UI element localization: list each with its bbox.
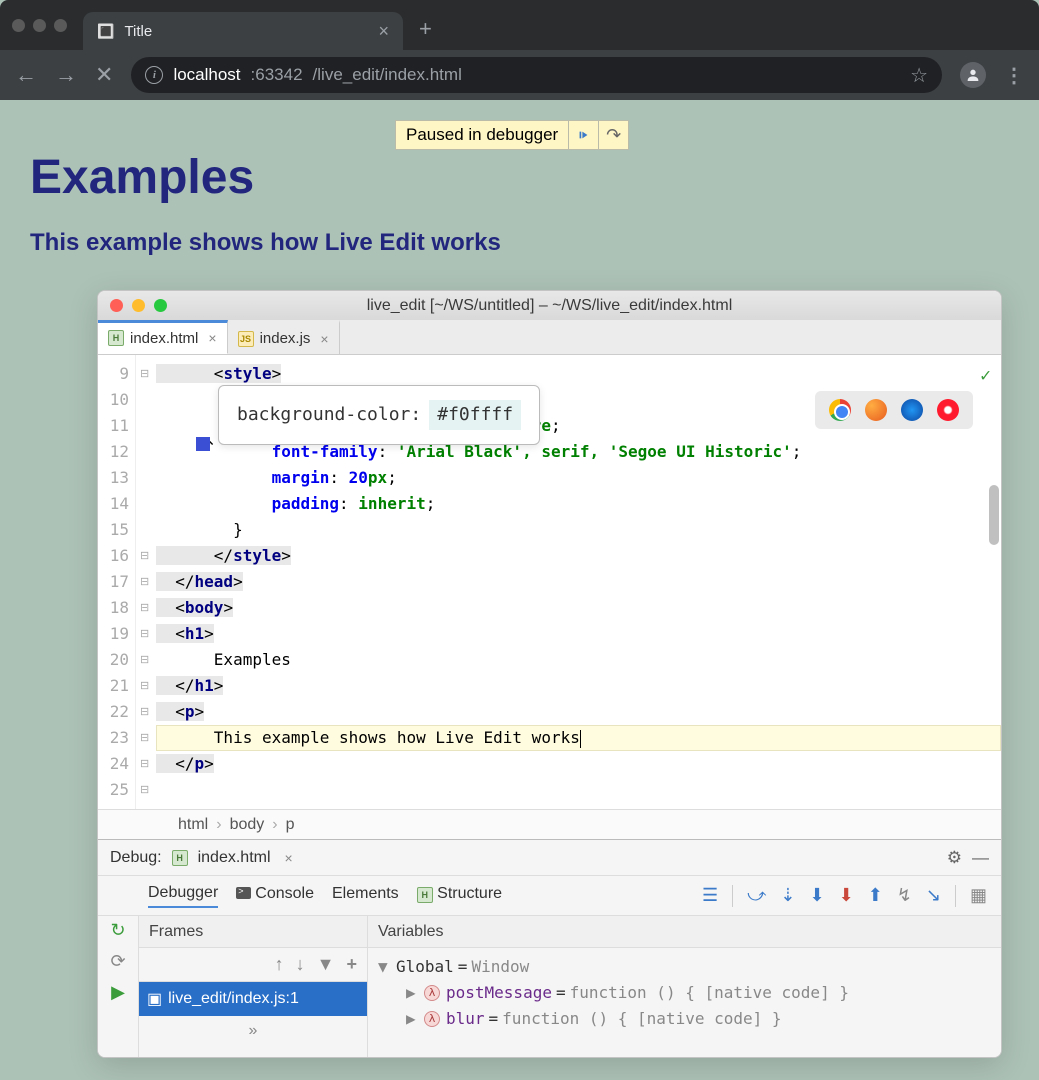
browser-preview-icons [815,391,973,429]
stop-button[interactable]: ✕ [95,62,113,88]
tab-label: index.html [130,330,198,347]
update-icon[interactable]: ⟳ [110,951,125,972]
stack-frame[interactable]: ▣ live_edit/index.js:1 [139,982,367,1016]
debug-panel: Debug: H index.html × ⚙ — Debugger Conso… [98,839,1001,1057]
run-to-cursor-icon[interactable]: ↘ [926,885,941,906]
profile-button[interactable] [960,62,986,88]
debug-sidebar: ↻ ⟳ ▶ [98,916,138,1057]
debug-config[interactable]: index.html [198,849,271,867]
resume-button[interactable] [568,121,598,149]
html-file-icon: H [108,330,124,346]
rerun-icon[interactable]: ↻ [110,920,125,941]
close-icon[interactable]: × [285,850,293,866]
force-step-icon[interactable]: ⬇ [810,885,825,906]
page-subtitle: This example shows how Live Edit works [30,229,1009,257]
url-host: localhost [173,65,240,85]
editor-tabs: H index.html × JS index.js × [98,320,1001,355]
drop-frame-icon[interactable]: ↯ [897,885,912,906]
prev-frame-icon[interactable]: ↑ [275,954,284,975]
close-tab-icon[interactable]: × [378,21,389,42]
lambda-icon: λ [424,985,440,1001]
page-title: Examples [30,150,1009,205]
frames-header: Frames [139,916,367,948]
site-info-icon[interactable]: i [145,66,163,84]
tooltip-value: #f0ffff [429,400,521,430]
elements-tab[interactable]: Elements [332,885,399,907]
url-input[interactable]: i localhost :63342/live_edit/index.html ☆ [131,57,942,93]
editor-scrollbar[interactable] [989,485,999,545]
browser-menu-icon[interactable]: ⋮ [1004,63,1024,88]
fold-column[interactable]: ⊟ ⊟ ⊟ ⊟ ⊟ ⊟ ⊟ ⊟ ⊟ ⊟ ⊟ [136,355,156,809]
add-icon[interactable]: + [346,954,357,975]
ide-titlebar: live_edit [~/WS/untitled] – ~/WS/live_ed… [98,291,1001,320]
url-path: /live_edit/index.html [313,65,462,85]
next-frame-icon[interactable]: ↓ [296,954,305,975]
lambda-icon: λ [424,1011,440,1027]
debugger-banner-text: Paused in debugger [396,125,568,145]
bookmark-icon[interactable]: ☆ [910,63,928,88]
code-area[interactable]: <style> re; font-family: 'Arial Black', … [156,355,1001,809]
color-tooltip: background-color: #f0ffff [218,385,540,445]
evaluate-icon[interactable]: ▦ [970,885,987,906]
filter-icon[interactable]: ▼ [317,954,335,975]
opera-icon[interactable] [937,399,959,421]
minimize-icon[interactable]: — [972,848,989,868]
breadcrumb[interactable]: html› body› p [98,809,1001,839]
resume-icon[interactable]: ▶ [111,982,125,1003]
line-gutter: 910111213141516171819202122232425 [98,355,136,809]
browser-tab[interactable]: 🔳 Title × [83,12,403,50]
tooltip-label: background-color: [237,402,421,428]
firefox-icon[interactable] [865,399,887,421]
favicon-icon: 🔳 [97,23,114,40]
ide-window: live_edit [~/WS/untitled] – ~/WS/live_ed… [97,290,1002,1058]
console-tab[interactable]: Console [236,885,314,907]
console-icon [236,887,251,899]
threads-icon[interactable]: ☰ [702,885,718,906]
variables-header: Variables [368,916,1001,948]
more-frames[interactable]: » [139,1016,367,1046]
step-over-button[interactable]: ↷ [598,121,628,149]
tab-index-html[interactable]: H index.html × [98,320,228,354]
html-file-icon: H [172,850,188,866]
safari-icon[interactable] [901,399,923,421]
text-caret [580,730,581,748]
variables-tree[interactable]: ▼Global = Window ▶λpostMessage = functio… [368,948,1001,1038]
url-port: :63342 [251,65,303,85]
close-tab-icon[interactable]: × [320,331,328,347]
js-file-icon: JS [238,331,254,347]
window-traffic-lights [12,19,67,32]
step-out-icon[interactable]: ⬆ [868,885,883,906]
tab-index-js[interactable]: JS index.js × [228,320,340,354]
chrome-icon[interactable] [829,399,851,421]
debugger-tab[interactable]: Debugger [148,884,218,908]
step-into-my-icon[interactable]: ⬇ [839,885,854,906]
debugger-banner: Paused in debugger ↷ [395,120,629,150]
browser-tab-bar: 🔳 Title × + [0,0,1039,50]
close-tab-icon[interactable]: × [208,330,216,346]
gear-icon[interactable]: ⚙ [947,848,962,868]
html-file-icon: H [417,887,433,903]
tab-label: index.js [260,330,311,347]
debug-label: Debug: [110,849,162,867]
structure-tab[interactable]: H Structure [417,885,502,907]
forward-button[interactable]: → [55,62,77,88]
ide-traffic-lights[interactable] [110,299,167,312]
address-bar: ← → ✕ i localhost :63342/live_edit/index.… [0,50,1039,100]
frame-icon: ▣ [147,989,162,1009]
ide-title-text: live_edit [~/WS/untitled] – ~/WS/live_ed… [367,297,733,315]
editor[interactable]: 910111213141516171819202122232425 ⊟ ⊟ ⊟ … [98,355,1001,809]
inspection-ok-icon[interactable]: ✓ [980,363,991,389]
step-into-icon[interactable]: ⇣ [780,885,795,906]
step-over-icon[interactable]: ⤻ [747,885,766,906]
tab-title: Title [124,23,152,40]
back-button[interactable]: ← [15,62,37,88]
color-swatch [196,437,210,451]
new-tab-button[interactable]: + [419,16,432,42]
